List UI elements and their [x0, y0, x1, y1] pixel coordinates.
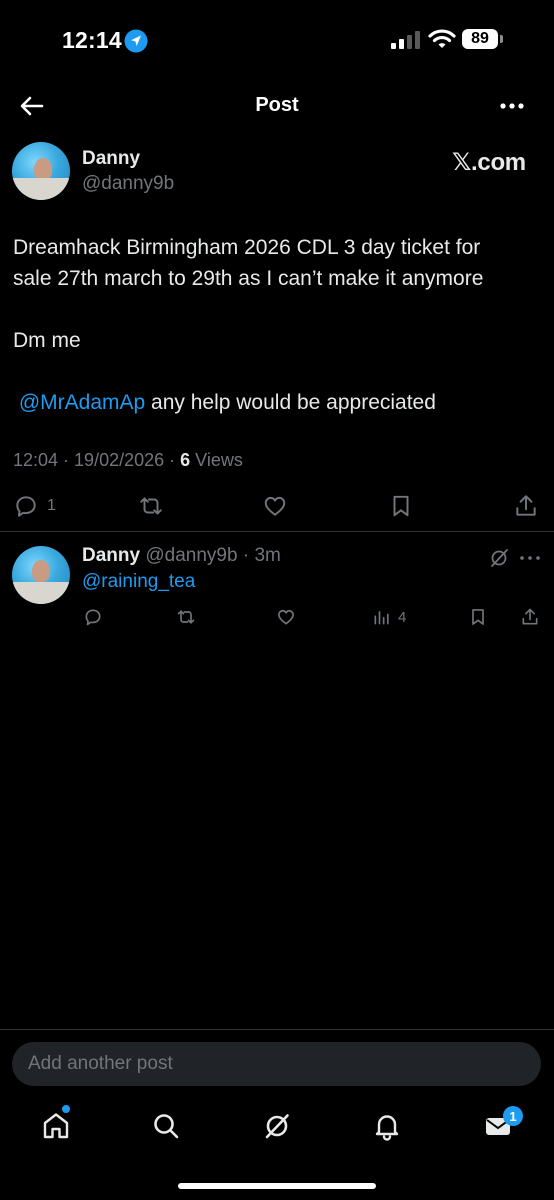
tab-home[interactable]	[40, 1110, 72, 1142]
like-icon	[264, 496, 286, 516]
reply-repost-button[interactable]	[176, 606, 196, 628]
share-icon	[516, 495, 536, 516]
reply-views-count: 4	[398, 608, 407, 626]
reply-bookmark-button[interactable]	[468, 606, 488, 628]
post-meta: 12:04 · 19/02/2026 · 6 Views	[13, 450, 243, 471]
views-icon	[374, 611, 389, 625]
repost-button[interactable]	[138, 492, 164, 520]
reply-header: Danny @danny9b · 3m	[82, 545, 281, 567]
views-count: 6	[180, 450, 191, 470]
reply-button[interactable]: 1	[13, 492, 56, 520]
reply-reply-button[interactable]	[83, 606, 103, 628]
mention-link[interactable]: @MrAdamAp	[19, 391, 145, 414]
home-indicator[interactable]	[178, 1183, 376, 1189]
divider	[0, 1029, 554, 1030]
reply-separator: ·	[237, 545, 255, 566]
page-title: Post	[255, 94, 299, 116]
tab-search[interactable]	[150, 1110, 182, 1142]
repost-icon	[177, 610, 195, 624]
signal-icon	[390, 31, 422, 49]
reply-age: 3m	[254, 545, 281, 566]
wifi-icon	[428, 28, 456, 50]
tab-grok[interactable]	[261, 1110, 293, 1142]
bookmark-icon	[393, 495, 409, 517]
battery-indicator: 89	[462, 29, 506, 51]
reply-icon	[85, 609, 101, 626]
reply-icon	[16, 496, 36, 517]
meta-separator: ·	[164, 450, 181, 470]
home-icon	[43, 1113, 69, 1139]
grok-icon	[265, 1114, 289, 1139]
author-name[interactable]: Danny	[82, 148, 140, 170]
bookmark-button[interactable]	[388, 492, 414, 520]
post-text-line: Dm me	[13, 329, 81, 352]
share-button[interactable]	[513, 492, 539, 520]
reply-like-button[interactable]	[276, 606, 296, 628]
post-text-line: @MrAdamAp any help would be appreciated	[13, 387, 543, 418]
location-arrow-icon	[124, 29, 148, 53]
home-notification-dot	[62, 1105, 70, 1113]
tab-notifications[interactable]	[371, 1110, 403, 1142]
meta-separator: ·	[58, 450, 75, 470]
post-text-rest: any help would be appreciated	[145, 391, 436, 414]
bookmark-icon	[472, 609, 484, 625]
avatar[interactable]	[12, 142, 70, 200]
post-date: 19/02/2026	[74, 450, 165, 470]
post-body: Dreamhack Birmingham 2026 CDL 3 day tick…	[13, 232, 543, 418]
grok-icon[interactable]	[488, 547, 510, 569]
reply-avatar[interactable]	[12, 546, 70, 604]
compose-placeholder: Add another post	[28, 1053, 173, 1074]
reply-author-handle[interactable]: @danny9b	[145, 545, 237, 566]
post-text-line: sale 27th march to 29th as I can’t make …	[13, 267, 484, 290]
reply-author-name[interactable]: Danny	[82, 545, 140, 566]
compose-input[interactable]: Add another post	[12, 1042, 541, 1086]
reply-mention[interactable]: @raining_tea	[82, 571, 195, 593]
like-icon	[278, 609, 294, 625]
post-text-line: Dreamhack Birmingham 2026 CDL 3 day tick…	[13, 236, 481, 259]
repost-icon	[140, 497, 162, 515]
reply-more-icon[interactable]	[518, 550, 542, 566]
battery-level: 89	[462, 29, 498, 49]
divider	[0, 531, 554, 532]
reply-views-button[interactable]: 4	[372, 606, 406, 628]
more-icon[interactable]	[498, 95, 526, 117]
messages-badge: 1	[503, 1106, 523, 1126]
reply-count: 1	[47, 497, 56, 514]
source-label: 𝕏.com	[452, 149, 526, 176]
author-handle[interactable]: @danny9b	[82, 173, 174, 195]
status-time: 12:14	[62, 27, 122, 53]
reply-share-button[interactable]	[520, 606, 540, 628]
views-label: Views	[190, 450, 243, 470]
like-button[interactable]	[262, 492, 288, 520]
post-time: 12:04	[13, 450, 59, 470]
search-icon	[154, 1114, 179, 1139]
bell-icon	[375, 1115, 399, 1141]
share-icon	[522, 608, 538, 625]
